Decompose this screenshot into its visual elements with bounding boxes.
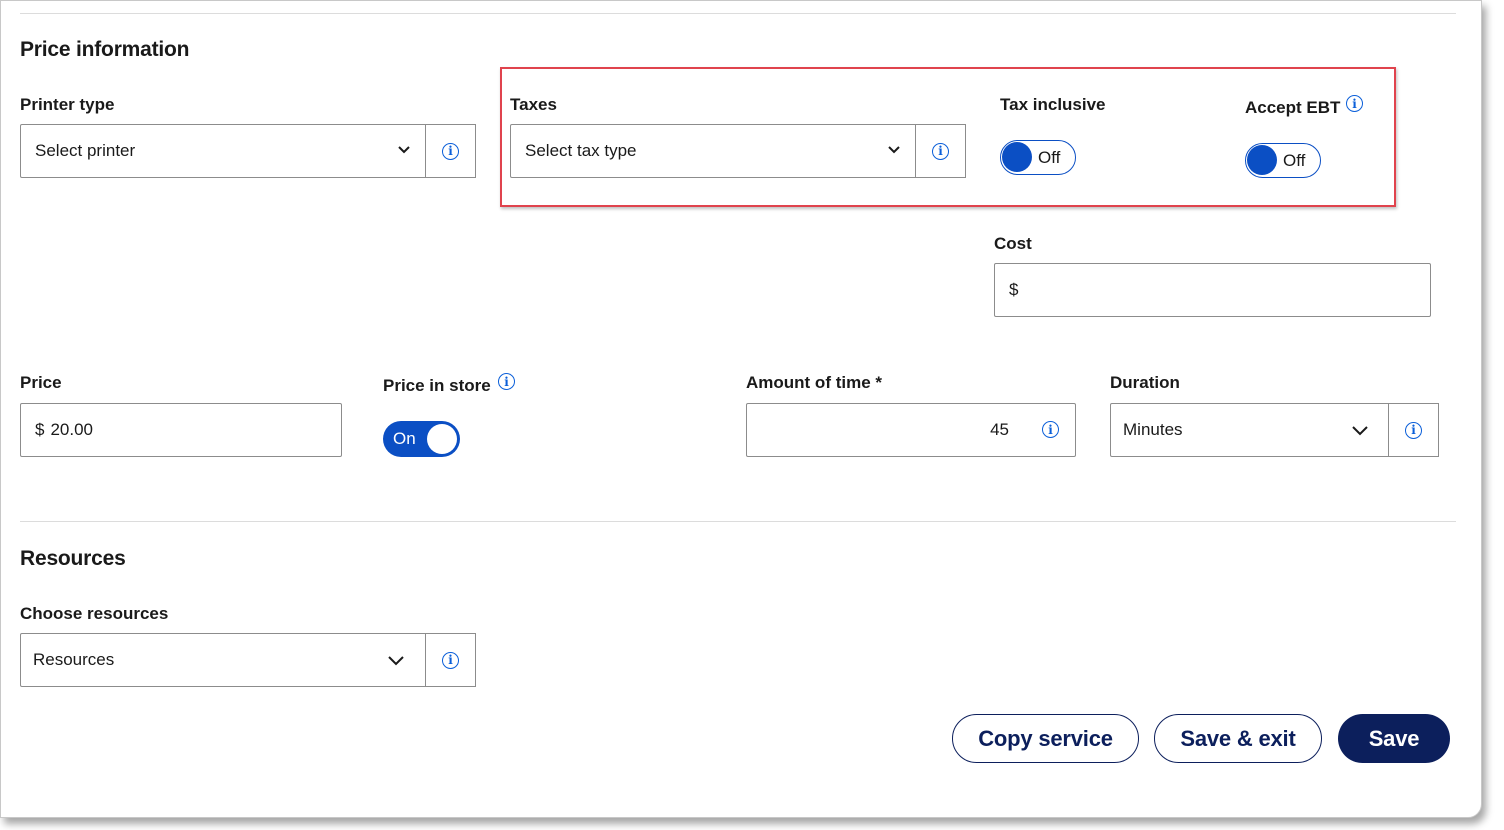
printer-type-label: Printer type xyxy=(20,95,115,114)
toggle-knob xyxy=(427,424,457,454)
save-button[interactable]: Save xyxy=(1338,714,1450,763)
accept-ebt-toggle[interactable]: Off xyxy=(1245,143,1321,178)
taxes-select[interactable]: Select tax type i xyxy=(510,124,966,178)
info-circle-icon: i xyxy=(1042,421,1059,438)
section-divider xyxy=(20,521,1456,522)
amount-of-time-label: Amount of time * xyxy=(746,373,882,392)
amount-of-time-value: 45 xyxy=(990,420,1009,439)
duration-value: Minutes xyxy=(1123,420,1183,439)
chevron-down-icon xyxy=(1352,426,1368,436)
save-exit-button[interactable]: Save & exit xyxy=(1154,714,1322,763)
amount-of-time-info-button[interactable]: i xyxy=(1042,421,1059,438)
info-circle-icon: i xyxy=(1405,421,1422,439)
form-panel: Price information Printer type Select pr… xyxy=(0,0,1482,818)
resources-title: Resources xyxy=(20,547,126,570)
price-in-store-toggle[interactable]: On xyxy=(383,421,460,457)
price-information-title: Price information xyxy=(20,38,190,61)
tax-inclusive-label: Tax inclusive xyxy=(1000,95,1106,114)
price-currency-prefix: $ xyxy=(35,420,45,439)
tax-inclusive-toggle[interactable]: Off xyxy=(1000,140,1076,175)
duration-label: Duration xyxy=(1110,373,1180,392)
printer-type-select[interactable]: Select printer i xyxy=(20,124,476,178)
top-divider xyxy=(20,13,1456,14)
cost-input[interactable]: $ xyxy=(994,263,1431,317)
tax-inclusive-state: Off xyxy=(1038,147,1061,167)
info-circle-icon: i xyxy=(442,651,459,669)
amount-of-time-input[interactable]: 45 i xyxy=(746,403,1076,457)
price-input[interactable]: $ 20.00 xyxy=(20,403,342,457)
price-in-store-label: Price in store xyxy=(383,376,491,395)
price-value: 20.00 xyxy=(50,420,94,439)
chevron-down-icon xyxy=(388,656,404,666)
info-circle-icon: i xyxy=(1346,95,1363,112)
choose-resources-label: Choose resources xyxy=(20,604,169,623)
info-circle-icon: i xyxy=(442,142,459,160)
toggle-knob xyxy=(1247,145,1277,175)
resources-info-button[interactable]: i xyxy=(425,633,476,687)
accept-ebt-info-button[interactable]: i xyxy=(1346,95,1363,112)
price-label: Price xyxy=(20,373,62,392)
duration-info-button[interactable]: i xyxy=(1388,403,1439,457)
duration-select[interactable]: Minutes i xyxy=(1110,403,1439,457)
cost-label: Cost xyxy=(994,234,1032,253)
taxes-info-button[interactable]: i xyxy=(915,124,966,178)
taxes-label: Taxes xyxy=(510,95,557,114)
toggle-knob xyxy=(1002,142,1032,172)
accept-ebt-label: Accept EBT xyxy=(1245,98,1341,117)
taxes-value: Select tax type xyxy=(525,141,637,160)
chevron-down-icon xyxy=(398,146,410,154)
printer-type-value: Select printer xyxy=(35,141,136,160)
resources-select[interactable]: Resources i xyxy=(20,633,476,687)
copy-service-button[interactable]: Copy service xyxy=(952,714,1139,763)
accept-ebt-state: Off xyxy=(1283,150,1306,170)
info-circle-icon: i xyxy=(932,142,949,160)
info-circle-icon: i xyxy=(498,373,515,390)
price-in-store-state: On xyxy=(393,429,416,448)
cost-currency-prefix: $ xyxy=(1009,280,1019,299)
chevron-down-icon xyxy=(888,146,900,154)
printer-type-info-button[interactable]: i xyxy=(425,124,476,178)
resources-value: Resources xyxy=(33,650,115,669)
price-in-store-info-button[interactable]: i xyxy=(498,373,515,390)
